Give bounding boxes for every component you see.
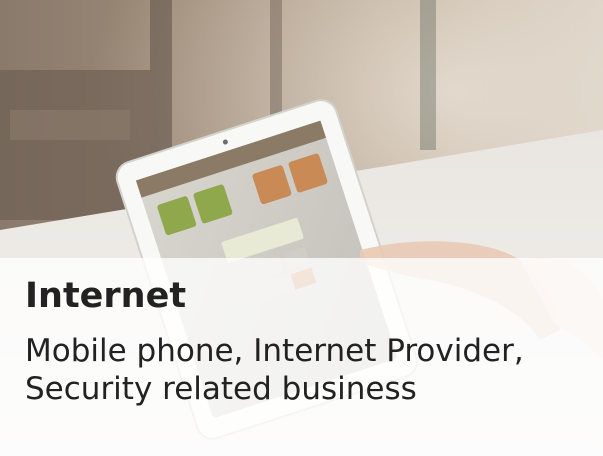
internet-category-card[interactable]: Internet Mobile phone, Internet Provider… (0, 0, 603, 456)
card-description: Mobile phone, Internet Provider, Securit… (25, 333, 524, 407)
card-title: Internet (25, 276, 187, 316)
